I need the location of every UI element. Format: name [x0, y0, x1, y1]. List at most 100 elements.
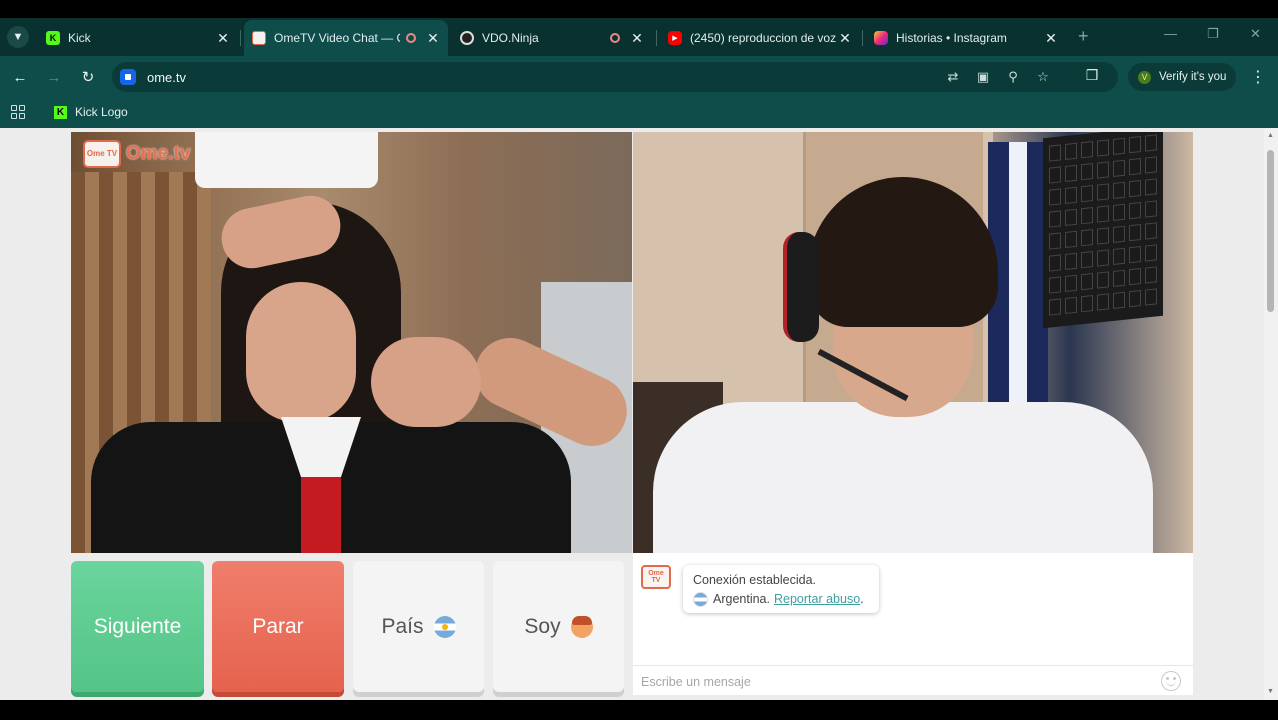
calendar-cell [1129, 202, 1141, 220]
tab-instagram[interactable]: Historias • Instagram ✕ [866, 20, 1066, 56]
chat-panel: Ome TV Conexión establecida. Argentina. … [633, 553, 1193, 695]
calendar-cell [1065, 208, 1077, 226]
calendar-cell [1145, 134, 1157, 152]
report-abuse-link[interactable]: Reportar abuso [774, 590, 860, 609]
self-video [633, 132, 1193, 553]
reload-icon[interactable]: ↻ [78, 67, 98, 87]
restore-icon[interactable]: ❐ [1207, 26, 1219, 42]
extensions-puzzle-icon[interactable]: ❒ [1083, 67, 1101, 85]
forward-arrow-icon[interactable]: → [44, 67, 64, 87]
close-tab-icon[interactable]: ✕ [426, 30, 440, 47]
calendar-cell [1065, 274, 1077, 292]
calendar-cell [1145, 244, 1157, 262]
close-tab-icon[interactable]: ✕ [630, 30, 644, 47]
tab-search-dropdown[interactable]: ▼ [7, 26, 29, 48]
calendar-cell [1129, 268, 1141, 286]
country-name: Argentina. [713, 592, 770, 606]
close-window-icon[interactable]: ✕ [1250, 26, 1261, 42]
tab-title: Historias • Instagram [896, 31, 1007, 45]
shirt-stripe [301, 477, 341, 553]
tab-vdo-ninja[interactable]: VDO.Ninja ✕ [452, 20, 652, 56]
calendar-cell [1145, 178, 1157, 196]
calendar-cell [1097, 249, 1109, 267]
tab-ometv[interactable]: OmeTV Video Chat — Or ✕ [244, 20, 448, 56]
calendar-cell [1113, 269, 1125, 287]
wall-calendar [1043, 132, 1163, 329]
emoji-smiley-icon[interactable] [1161, 671, 1181, 691]
tab-youtube[interactable]: ▶ (2450) reproduccion de voz d ✕ [660, 20, 860, 56]
tab-separator [656, 30, 657, 46]
calendar-cell [1145, 222, 1157, 240]
translate-icon[interactable]: ⇄ [944, 69, 962, 85]
recording-indicator-icon [406, 33, 416, 43]
browser-window: ▼ K Kick ✕ OmeTV Video Chat — Or ✕ VDO.N… [0, 0, 1278, 720]
next-label: Siguiente [93, 614, 182, 638]
calendar-cell [1065, 296, 1077, 314]
calendar-cell [1113, 137, 1125, 155]
calendar-cell [1113, 159, 1125, 177]
back-arrow-icon[interactable]: ← [10, 67, 30, 87]
tab-title: Kick [68, 31, 91, 45]
calendar-cell [1049, 254, 1061, 272]
calendar-cell [1049, 210, 1061, 228]
tab-title: (2450) reproduccion de voz d [690, 31, 838, 45]
calendar-cell [1081, 295, 1093, 313]
bookmark-kick-logo[interactable]: K Kick Logo [54, 105, 128, 119]
calendar-cell [1065, 252, 1077, 270]
scroll-up-arrow-icon[interactable]: ▲ [1267, 132, 1274, 139]
calendar-cell [1145, 200, 1157, 218]
kick-icon: K [46, 31, 60, 45]
more-menu-icon[interactable]: ⋮ [1250, 67, 1266, 87]
ometv-tv-icon: Ome TV [83, 140, 121, 168]
ninja-icon [460, 31, 474, 45]
calendar-cell [1129, 136, 1141, 154]
ometv-wordmark: Ome.tv [126, 143, 191, 164]
ometv-page: Ome TV Ome.tv Siguiente Parar País Soy O… [0, 128, 1264, 700]
verify-profile-button[interactable]: V Verify it's you [1128, 63, 1236, 91]
minimize-icon[interactable]: — [1164, 26, 1177, 41]
calendar-cell [1065, 230, 1077, 248]
stop-button[interactable]: Parar [212, 561, 344, 692]
calendar-cell [1081, 141, 1093, 159]
camera-permission-icon[interactable] [120, 69, 136, 85]
calendar-cell [1081, 273, 1093, 291]
message-input[interactable] [641, 673, 1141, 691]
bookmark-star-icon[interactable]: ☆ [1034, 69, 1052, 85]
ometv-chat-logo-icon: Ome TV [641, 565, 671, 589]
tab-kick[interactable]: K Kick ✕ [38, 20, 238, 56]
calendar-cell [1129, 246, 1141, 264]
calendar-cell [1081, 185, 1093, 203]
scroll-down-arrow-icon[interactable]: ▼ [1267, 688, 1274, 695]
connection-message: Conexión establecida. [693, 573, 816, 587]
person-face [246, 282, 356, 422]
system-message-bubble: Conexión establecida. Argentina. Reporta… [683, 565, 879, 613]
stop-label: Parar [252, 614, 304, 638]
new-tab-plus-icon[interactable]: + [1078, 26, 1089, 47]
calendar-cell [1097, 293, 1109, 311]
air-conditioner [195, 132, 378, 188]
report-suffix: . [860, 592, 864, 606]
url-text[interactable]: ome.tv [147, 70, 186, 85]
scroll-thumb[interactable] [1267, 150, 1274, 312]
install-app-icon[interactable]: ▣ [974, 69, 992, 85]
gender-label: Soy [524, 614, 561, 638]
country-filter-button[interactable]: País [353, 561, 484, 692]
bookmark-label: Kick Logo [75, 105, 128, 119]
page-scrollbar[interactable]: ▲ ▼ [1264, 128, 1278, 700]
message-composer [633, 665, 1193, 695]
zoom-icon[interactable]: ⚲ [1004, 69, 1022, 85]
close-tab-icon[interactable]: ✕ [216, 30, 230, 47]
tab-title: VDO.Ninja [482, 31, 539, 45]
gender-select-button[interactable]: Soy [493, 561, 624, 692]
calendar-cell [1049, 232, 1061, 250]
calendar-cell [1081, 163, 1093, 181]
address-bar[interactable]: ome.tv ⇄ ▣ ⚲ ☆ [112, 62, 1118, 92]
recording-indicator-icon [610, 33, 620, 43]
close-tab-icon[interactable]: ✕ [1044, 30, 1058, 47]
profile-avatar: V [1138, 70, 1151, 84]
calendar-cell [1129, 290, 1141, 308]
next-button[interactable]: Siguiente [71, 561, 204, 692]
calendar-cell [1097, 227, 1109, 245]
apps-grid-icon[interactable] [11, 105, 25, 119]
close-tab-icon[interactable]: ✕ [838, 30, 852, 47]
